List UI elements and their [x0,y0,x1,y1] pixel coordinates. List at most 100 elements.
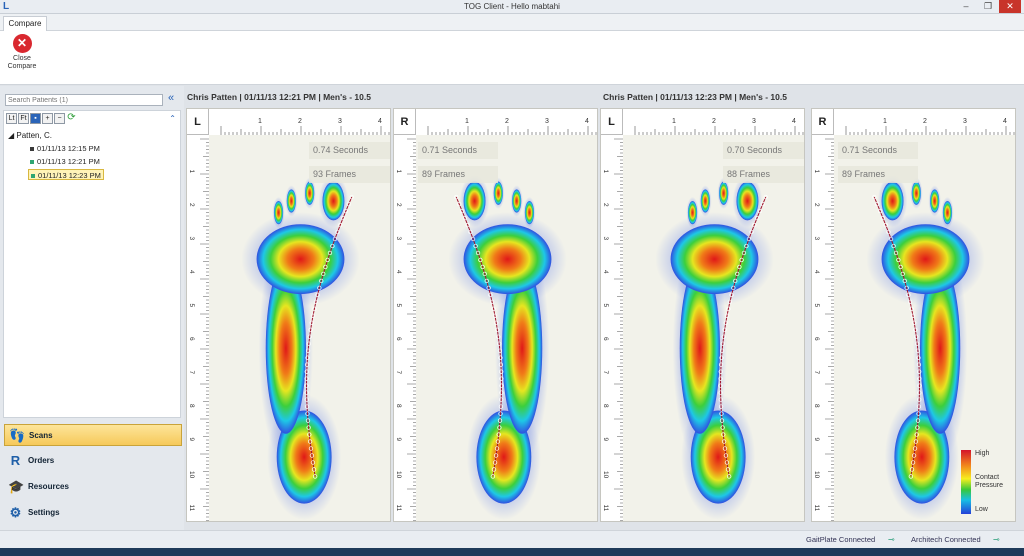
tab-compare[interactable]: Compare [3,16,47,32]
ruler-tick-label: 2 [505,118,509,125]
ruler-tick-label: 5 [395,304,402,308]
ruler-tick-label: 2 [298,118,302,125]
patient-node[interactable]: ◢ Patten, C. [8,131,52,140]
side-label: L [187,109,209,135]
nav-item-settings[interactable]: ⚙ Settings [4,502,182,524]
minimize-icon[interactable]: – [955,0,977,13]
ruler-tick-label: 8 [602,404,609,408]
ruler-tick-label: 11 [188,505,195,512]
pressure-region-toe1 [736,181,759,221]
ruler-tick-label: 3 [963,118,967,125]
collapse-up-icon[interactable]: ⌃ [169,114,176,123]
pressure-region-toe2 [911,181,921,205]
pressure-region-forefoot [463,224,552,295]
pressure-region-toe3 [512,189,522,213]
legend-low: Low [975,506,988,513]
ruler-tick-label: 2 [923,118,927,125]
ruler-tick-label: 10 [395,471,402,479]
scan-item-selected[interactable]: 01/11/13 12:23 PM [28,169,104,180]
pressure-region-toe4 [942,200,953,225]
ruler-tick-label: 2 [712,118,716,125]
ruler-tick-label: 2 [188,203,195,207]
pressure-panel-right-2: 1 2 3 4 1 2 3 4 5 6 7 8 9 10 11 R 0.71 Seconds 89 Fram… [811,108,1016,522]
legend-high: High [975,450,990,457]
scan-dot-icon [30,160,34,165]
close-compare-label-1: Close [13,55,31,62]
search-patients-input[interactable] [5,94,163,106]
pressure-region-toe4 [524,200,535,225]
pressure-region-toe1 [463,181,486,221]
ruler-tick-label: 4 [602,270,609,274]
scan-header-2: Chris Patten | 01/11/13 12:23 PM | Men's… [603,92,787,102]
app-window: L TOG Client - Hello mabtahi – ❐ ✕ Compa… [0,0,1024,556]
close-window-icon[interactable]: ✕ [999,0,1021,13]
ruler-tick-label: 4 [1003,118,1007,125]
refresh-icon[interactable]: ⟳ [66,113,77,124]
pressure-region-toe3 [930,189,940,213]
ruler-tick-label: 6 [602,337,609,341]
right-filter-button[interactable]: Ft [18,113,29,124]
pressure-panel-left-2: 1 2 3 4 1 2 3 4 5 6 7 8 9 10 11 L 0.70 Seconds 88 Fram… [600,108,805,522]
close-compare-button[interactable]: ✕ Close Compare [4,34,40,80]
remove-button[interactable]: − [54,113,65,124]
status-bar: GaitPlate Connected ⊸ Architech Connecte… [0,530,1024,548]
close-circle-icon: ✕ [12,34,32,53]
ruler-tick-label: 6 [813,337,820,341]
side-label: R [394,109,416,135]
ruler-tick-label: 6 [395,337,402,341]
ruler-tick-label: 10 [188,471,195,479]
ruler-tick-label: 5 [188,304,195,308]
pressure-region-toe2 [719,181,729,205]
side-label: R [812,109,834,135]
collapse-sidebar-icon[interactable]: « [168,92,174,104]
frames-readout: 89 Frames [838,166,918,183]
nav-item-resources[interactable]: 🎓 Resources [4,476,182,498]
nav-item-orders[interactable]: R Orders [4,450,182,472]
side-ruler [187,135,209,521]
gaitplate-status: GaitPlate Connected [806,535,876,544]
duration-readout: 0.71 Seconds [418,142,498,159]
ruler-tick-label: 6 [188,337,195,341]
ribbon-tabs: Compare [0,14,1024,32]
scan-item[interactable]: 01/11/13 12:15 PM [28,143,102,154]
ruler-tick-label: 9 [813,438,820,442]
left-filter-button[interactable]: Lt [6,113,17,124]
ruler-tick-label: 8 [188,404,195,408]
ruler-tick-label: 3 [752,118,756,125]
duration-readout: 0.74 Seconds [309,142,390,159]
scan-header-1: Chris Patten | 01/11/13 12:21 PM | Men's… [187,92,371,102]
view-mode-button[interactable]: ▪ [30,113,41,124]
pressure-panel-right-1: 1 2 3 4 1 2 3 4 5 6 7 8 9 10 11 R 0.71 Seconds 89 Fram… [393,108,598,522]
scan-item[interactable]: 01/11/13 12:21 PM [28,156,102,167]
orders-icon: R [10,453,21,468]
ruler-tick-label: 1 [813,170,820,174]
nav-item-scans[interactable]: 👣 Scans [4,424,182,446]
ruler-tick-label: 4 [813,270,820,274]
side-ruler [812,135,834,521]
side-label: L [601,109,623,135]
restore-icon[interactable]: ❐ [977,0,999,13]
pressure-region-toe2 [493,181,503,205]
title-bar: L TOG Client - Hello mabtahi – ❐ ✕ [0,0,1024,14]
tree-toolbar: Lt Ft ▪ + − ⟳ [6,113,78,126]
nav-label: Settings [28,508,60,517]
add-button[interactable]: + [42,113,53,124]
ruler-tick-label: 8 [395,404,402,408]
ruler-tick-label: 8 [813,404,820,408]
ruler-tick-label: 1 [188,170,195,174]
ruler-tick-label: 7 [188,371,195,375]
ruler-tick-label: 4 [395,270,402,274]
ruler-tick-label: 7 [813,371,820,375]
ruler-tick-label: 10 [813,471,820,479]
sidebar: « LtFt▪+−⟳ ⌃ ◢ Patten, C. 01/11/13 12:15… [0,86,184,530]
pressure-region-toe1 [881,181,904,221]
scan-dot-icon [30,147,34,152]
ruler-tick-label: 4 [792,118,796,125]
pressure-legend: High Contact Pressure Low [961,450,1009,516]
ruler-tick-label: 3 [602,237,609,241]
legend-title-2: Pressure [975,482,1004,489]
side-ruler [394,135,416,521]
pressure-region-toe3 [286,189,296,213]
ruler-tick-label: 9 [602,438,609,442]
pressure-region-toe2 [305,181,315,205]
